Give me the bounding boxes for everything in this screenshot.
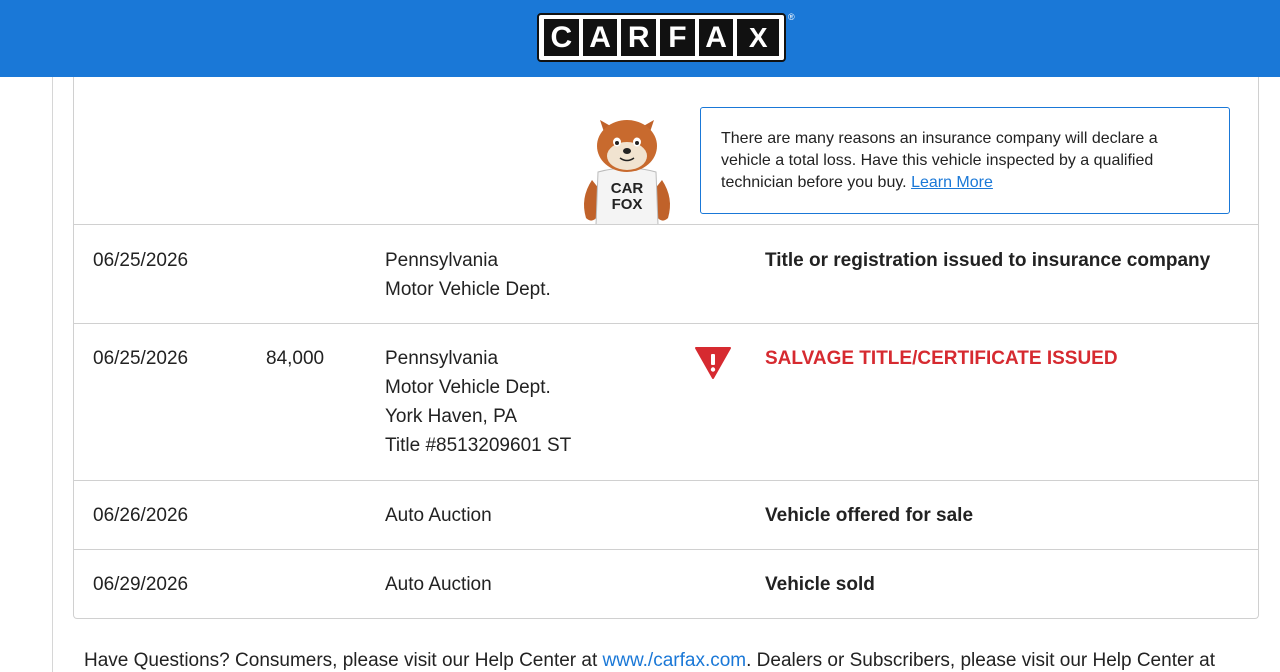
footer-text-after: . Dealers or Subscribers, please visit o… (746, 650, 1215, 671)
total-loss-callout: There are many reasons an insurance comp… (700, 107, 1230, 214)
header-bar: C A R F A X ® (0, 0, 1280, 77)
row-comment: Title or registration issued to insuranc… (765, 250, 1211, 271)
shirt-text-line2: FOX (612, 196, 643, 213)
row-date: 06/29/2026 (93, 574, 189, 595)
row-comment-alert: SALVAGE TITLE/CERTIFICATE ISSUED (765, 348, 1118, 369)
learn-more-link[interactable]: Learn More (911, 174, 993, 191)
source-line: Auto Auction (385, 574, 492, 595)
logo-letter: X (737, 19, 779, 56)
row-date: 06/25/2026 (93, 250, 189, 271)
source-line: Pennsylvania (385, 250, 499, 271)
row-mileage: 84,000 (266, 348, 325, 369)
logo-letter: F (660, 19, 695, 56)
shirt-text-line1: CAR (611, 180, 644, 197)
logo-letter: A (698, 19, 734, 56)
logo-letter: R (621, 19, 657, 56)
logo-letter: A (582, 19, 618, 56)
row-comment: Vehicle offered for sale (765, 505, 974, 526)
history-row-salvage: 06/25/2026 84,000 Pennsylvania Motor Veh… (74, 323, 1258, 480)
row-comment: Vehicle sold (765, 574, 875, 595)
row-date: 06/26/2026 (93, 505, 189, 526)
footer-text: Have Questions? Consumers, please visit … (84, 650, 603, 671)
source-line: Auto Auction (385, 505, 492, 526)
row-source: Pennsylvania Motor Vehicle Dept. York Ha… (385, 344, 571, 460)
row-date: 06/25/2026 (93, 348, 189, 369)
logo-letter: C (544, 19, 579, 56)
source-line: Pennsylvania (385, 348, 499, 369)
registered-mark: ® (788, 12, 795, 22)
row-source: Auto Auction (385, 570, 492, 599)
page-divider (52, 77, 53, 672)
source-line: Motor Vehicle Dept. (385, 279, 551, 300)
help-center-link[interactable]: www./carfax.com (603, 650, 747, 671)
source-line: Title #8513209601 ST (385, 435, 572, 456)
row-source: Auto Auction (385, 501, 492, 530)
history-row: 06/29/2026 Auto Auction Vehicle sold (74, 549, 1258, 618)
history-row: 06/25/2026 Pennsylvania Motor Vehicle De… (74, 224, 1258, 323)
history-row: 06/26/2026 Auto Auction Vehicle offered … (74, 480, 1258, 549)
warning-triangle-icon (694, 346, 732, 380)
source-line: Motor Vehicle Dept. (385, 377, 551, 398)
carfax-logo[interactable]: C A R F A X (537, 13, 786, 62)
source-line: York Haven, PA (385, 406, 518, 427)
help-footer: Have Questions? Consumers, please visit … (84, 650, 1215, 672)
carfox-mascot-icon: CAR FOX (578, 110, 676, 226)
row-source: Pennsylvania Motor Vehicle Dept. (385, 246, 551, 304)
